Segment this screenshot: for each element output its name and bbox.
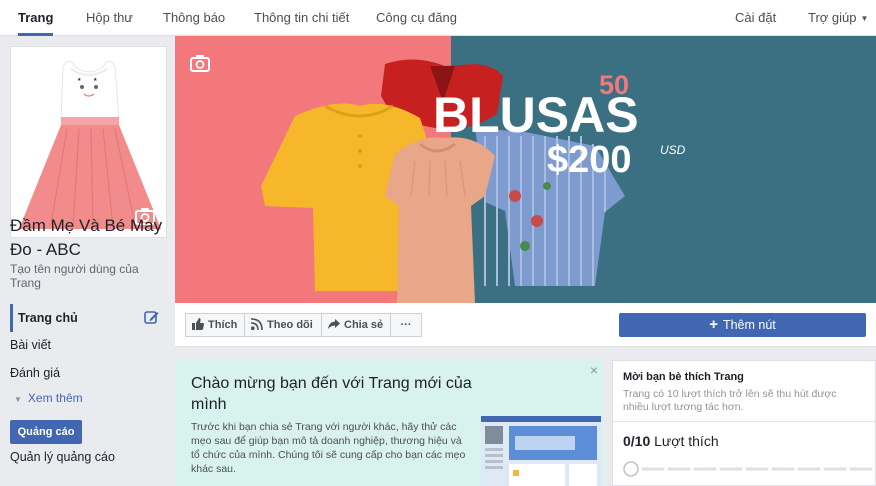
manage-ads-link[interactable]: Quản lý quảng cáo: [10, 450, 115, 464]
profile-picture[interactable]: ★ ★: [10, 46, 167, 238]
invite-friends-card: Mời bạn bè thích Trang Trang có 10 lượt …: [612, 360, 876, 486]
share-button[interactable]: Chia sẻ: [321, 313, 391, 337]
follow-label: Theo dõi: [267, 319, 313, 331]
sidebar-item-home[interactable]: Trang chủ: [10, 304, 165, 332]
chevron-down-icon: ▼: [860, 14, 869, 24]
like-count-label: Lượt thích: [654, 433, 719, 449]
more-button[interactable]: ···: [390, 313, 422, 337]
see-more-link[interactable]: ▼ Xem thêm: [14, 391, 83, 405]
sidebar-item-reviews[interactable]: Đánh giá: [10, 366, 165, 380]
like-label: Thích: [208, 319, 238, 331]
cover-image: 50 BLUSAS $200 USD: [175, 36, 876, 303]
add-button[interactable]: + Thêm nút: [619, 313, 866, 337]
svg-text:★: ★: [77, 77, 82, 83]
see-more-label: Xem thêm: [27, 391, 83, 405]
chevron-down-icon: ▼: [14, 395, 22, 404]
left-column: ★ ★ Đầm Mẹ Và Bé May Đo - ABC Tạo tên ng…: [0, 36, 175, 486]
page-action-bar: Thích Theo dõi Chia sẻ ··· + Thêm nút: [175, 303, 876, 347]
tab-settings[interactable]: Cài đặt: [735, 0, 776, 36]
welcome-body: Trước khi bạn chia sẻ Trang với người kh…: [191, 421, 466, 475]
pencil-icon[interactable]: [144, 310, 159, 325]
divider: [613, 421, 875, 422]
tab-insights[interactable]: Thông tin chi tiết: [254, 0, 349, 36]
tab-inbox[interactable]: Hộp thư: [86, 0, 133, 36]
create-username-link[interactable]: Tạo tên người dùng của Trang: [10, 262, 170, 290]
like-progress-bar: [623, 461, 873, 477]
page-title[interactable]: Đầm Mẹ Và Bé May Đo - ABC: [10, 214, 170, 262]
tab-notifications[interactable]: Thông báo: [163, 0, 225, 36]
dress-illustration: ★ ★: [11, 47, 166, 237]
follow-button[interactable]: Theo dõi: [244, 313, 322, 337]
cover-photo[interactable]: 50 BLUSAS $200 USD: [175, 36, 876, 303]
promote-button[interactable]: Quảng cáo: [10, 420, 82, 444]
help-label: Trợ giúp: [808, 10, 857, 25]
share-arrow-icon: [328, 319, 340, 329]
tab-help[interactable]: Trợ giúp ▼: [808, 0, 868, 36]
cover-currency: USD: [660, 143, 686, 157]
plus-icon: +: [709, 316, 718, 333]
tab-page[interactable]: Trang: [18, 0, 54, 36]
close-icon[interactable]: ×: [590, 362, 598, 378]
like-button[interactable]: Thích: [185, 313, 245, 337]
welcome-card: × Chào mừng bạn đến với Trang mới của mì…: [175, 360, 604, 486]
like-count-value: 0/10: [623, 433, 651, 449]
welcome-title: Chào mừng bạn đến với Trang mới của mình: [191, 375, 472, 413]
cover-price: $200: [547, 139, 632, 181]
tab-publishing-tools[interactable]: Công cụ đăng: [376, 0, 457, 36]
like-progress-count: 0/10 Lượt thích: [623, 433, 719, 449]
add-button-label: Thêm nút: [722, 318, 776, 332]
invite-body: Trang có 10 lượt thích trở lên sẽ thu hú…: [623, 388, 837, 413]
cover-headline: BLUSAS: [433, 87, 639, 143]
rss-icon: [250, 318, 263, 331]
sidebar-item-posts[interactable]: Bài viết: [10, 338, 165, 352]
share-label: Chia sẻ: [344, 319, 384, 331]
svg-text:★: ★: [93, 77, 98, 83]
invite-title: Mời bạn bè thích Trang: [623, 371, 744, 383]
sidebar-item-label: Trang chủ: [18, 311, 78, 325]
thumbs-up-icon: [192, 318, 204, 330]
page-top-nav: Trang Hộp thư Thông báo Thông tin chi ti…: [0, 0, 876, 36]
page-preview-illustration: [481, 416, 601, 486]
